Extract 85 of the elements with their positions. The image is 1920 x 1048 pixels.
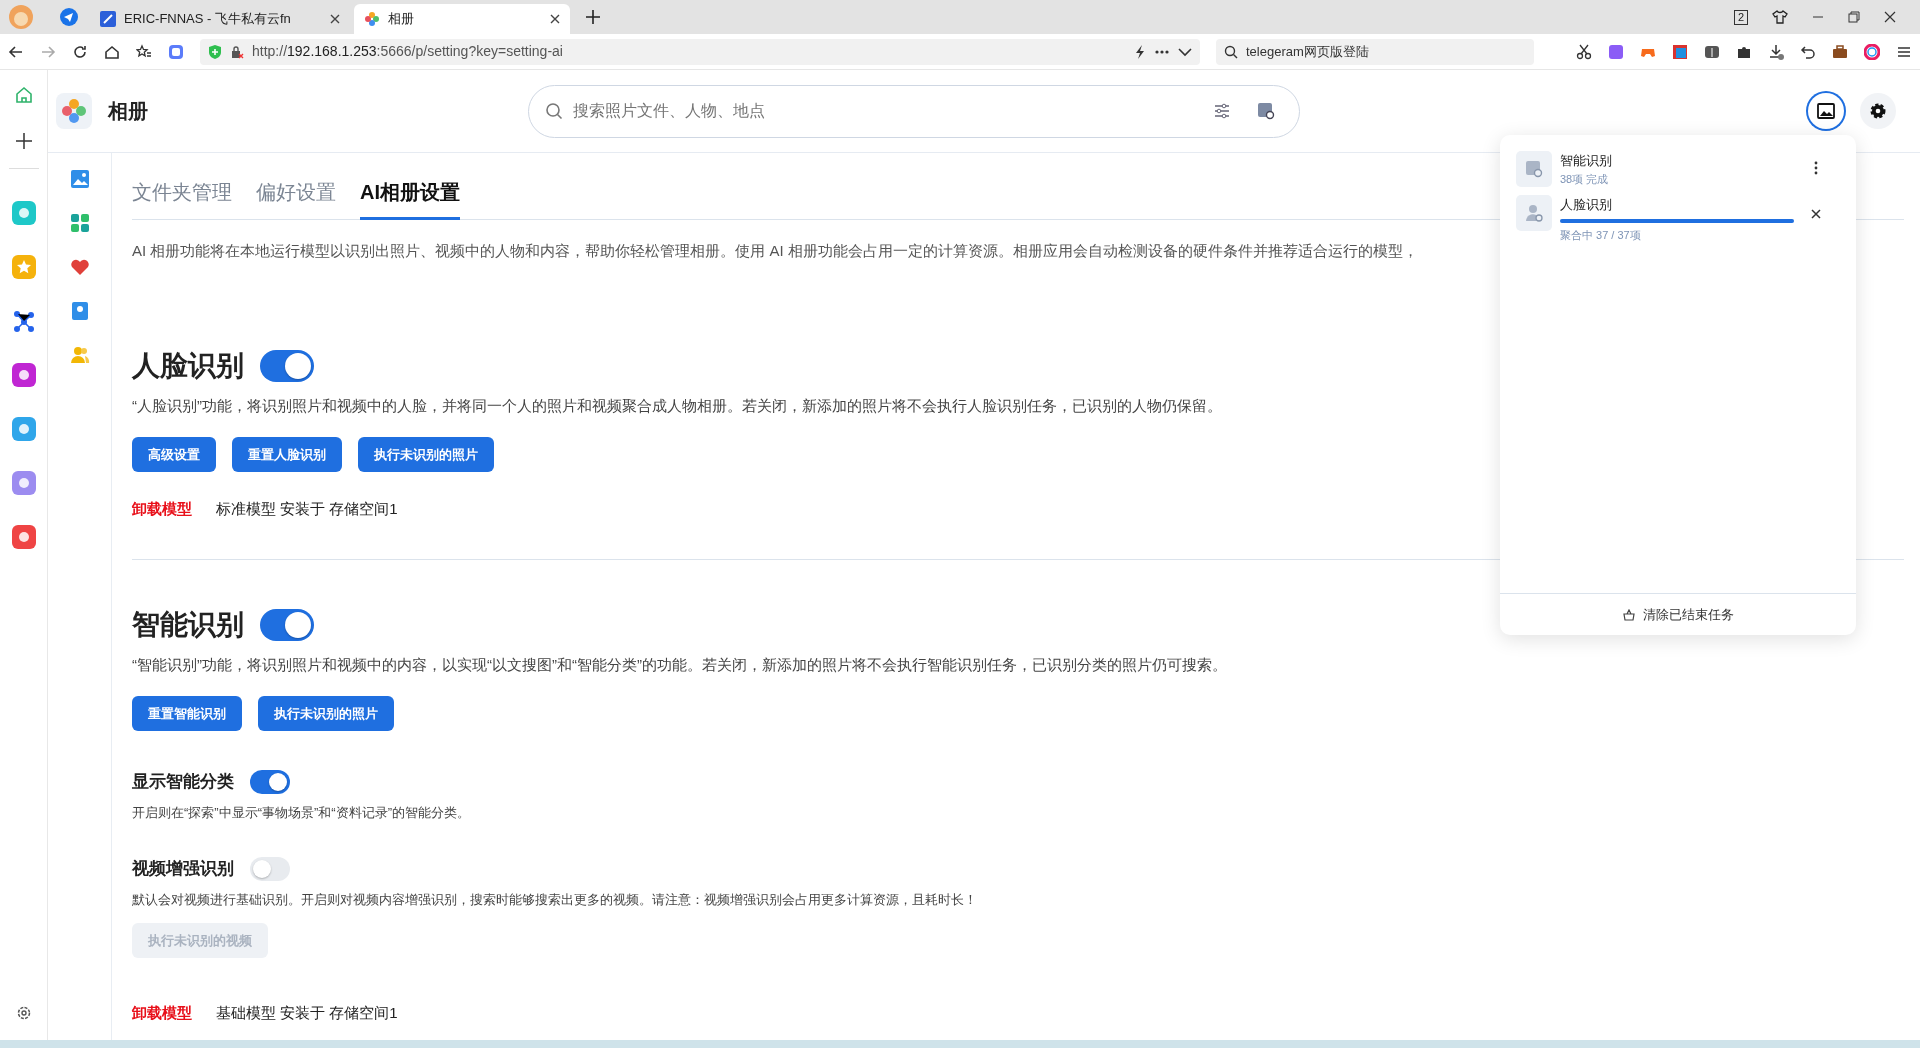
undo-icon[interactable]: [1800, 43, 1816, 60]
task-status: 38项 完成: [1560, 171, 1610, 187]
album-icon[interactable]: [69, 301, 90, 321]
app-logo: [56, 93, 92, 129]
app-icon[interactable]: [168, 43, 184, 60]
scissors-icon[interactable]: [1576, 43, 1592, 60]
site-icon: [100, 11, 116, 27]
app-title: 相册: [108, 99, 148, 124]
model-info: 基础模型 安装于 存储空间1: [216, 1003, 398, 1023]
toggle-switch[interactable]: [260, 608, 314, 641]
image-icon: [1817, 103, 1835, 119]
reload-icon[interactable]: [72, 43, 88, 60]
settings-tab[interactable]: AI相册设置: [360, 165, 460, 220]
grid-icon[interactable]: [69, 213, 90, 233]
unload-model-link[interactable]: 卸载模型: [132, 1002, 192, 1025]
flower-icon: [364, 11, 380, 27]
basket-icon: [1622, 608, 1635, 621]
toggle-switch[interactable]: [260, 349, 314, 382]
url-text: http://192.168.1.253:5666/p/setting?key=setting-ai: [252, 42, 564, 61]
close-icon[interactable]: [1884, 11, 1896, 23]
search-icon: [545, 102, 563, 120]
settings-button[interactable]: [1860, 93, 1896, 129]
shield-icon: [208, 43, 222, 60]
heart-icon[interactable]: [69, 257, 90, 277]
tab-title: 相册: [388, 10, 415, 29]
settings-tab[interactable]: 偏好设置: [256, 165, 336, 220]
colorful-ring-icon[interactable]: [1864, 43, 1880, 60]
toggle-switch[interactable]: [250, 769, 290, 794]
restore-icon[interactable]: [1848, 11, 1860, 23]
image-search-icon: [1516, 151, 1552, 187]
plus-icon[interactable]: [14, 132, 33, 150]
option-description: 默认会对视频进行基础识别。开启则对视频内容增强识别，搜索时能够搜索出更多的视频。请注意：视频增强识别会占用更多计算资源，且耗时长！: [132, 890, 977, 909]
action-button[interactable]: 执行未识别的照片: [358, 437, 494, 472]
toggle-switch[interactable]: [250, 856, 290, 881]
search-input[interactable]: 搜索照片文件、人物、地点: [571, 98, 1205, 124]
app-icon[interactable]: [11, 417, 36, 441]
more-icon[interactable]: [1154, 49, 1170, 54]
settings-icon: [1869, 102, 1887, 120]
close-icon[interactable]: [1811, 209, 1821, 219]
action-button[interactable]: 重置智能识别: [132, 696, 242, 731]
browser-tab[interactable]: 相册: [354, 4, 570, 34]
option-title: 显示智能分类: [132, 771, 234, 793]
address-field[interactable]: http://192.168.1.253:5666/p/setting?key=setting-ai: [200, 38, 1200, 65]
app-icon[interactable]: [11, 363, 36, 387]
chevron-down-icon[interactable]: [1178, 46, 1192, 57]
section-title: 人脸识别: [132, 348, 244, 383]
image-search-icon[interactable]: [1257, 102, 1275, 120]
new-tab-icon[interactable]: [586, 10, 600, 24]
browser-tab[interactable]: ERIC-FNNAS - 飞牛私有云fn: [90, 4, 350, 34]
tab-count[interactable]: 2: [1733, 9, 1748, 25]
intro-text: AI 相册功能将在本地运行模型以识别出照片、视频中的人物和内容，帮助你轻松管理相册。使用 AI 相册功能会占用一定的计算资源。相册应用会自动检测设备的硬件条件并推荐适合运行的模型，: [132, 241, 1419, 261]
star-list-icon[interactable]: [136, 43, 152, 60]
tab-title: ERIC-FNNAS - 飞牛私有云fn: [124, 10, 292, 29]
shirt-icon[interactable]: [1772, 10, 1788, 24]
document-icon[interactable]: [1672, 43, 1688, 60]
section-description: “人脸识别”功能，将识别照片和视频中的人脸，并将同一个人的照片和视频聚合成人物相册。若关闭，新添加的照片将不会执行人脸识别任务，已识别的人物仍保留。: [132, 395, 1222, 416]
lock-icon: [230, 44, 244, 59]
settings-icon[interactable]: [15, 1004, 32, 1021]
section-title: 智能识别: [132, 607, 244, 642]
action-button[interactable]: 高级设置: [132, 437, 216, 472]
download-icon[interactable]: [1768, 43, 1784, 60]
action-button[interactable]: 执行未识别的照片: [258, 696, 394, 731]
home-icon[interactable]: [104, 43, 120, 60]
picture-icon[interactable]: [69, 169, 90, 189]
close-icon[interactable]: [330, 14, 340, 24]
action-button[interactable]: 重置人脸识别: [232, 437, 342, 472]
task-status: 聚合中 37 / 37项: [1560, 227, 1642, 243]
task-name: 人脸识别: [1560, 196, 1613, 214]
back-icon[interactable]: [8, 43, 24, 60]
person-search-icon: [1516, 195, 1552, 231]
section-description: “智能识别”功能，将识别照片和视频中的内容，以实现“以文搜图”和“智能分类”的功能。若关闭，新添加的照片将不会执行智能识别任务，已识别分类的照片仍可搜索。: [132, 654, 1227, 675]
browser-search-field[interactable]: telegeram网页版登陆: [1216, 38, 1534, 65]
task-name: 智能识别: [1560, 152, 1613, 170]
sliders-icon[interactable]: [1213, 102, 1231, 120]
settings-tab[interactable]: 文件夹管理: [132, 165, 232, 220]
option-title: 视频增强识别: [132, 858, 234, 880]
unload-model-link[interactable]: 卸载模型: [132, 498, 192, 521]
image-button[interactable]: [1808, 93, 1844, 129]
close-icon[interactable]: [550, 14, 560, 24]
briefcase-icon[interactable]: [1832, 43, 1848, 60]
model-info: 标准模型 安装于 存储空间1: [216, 499, 398, 519]
option-description: 开启则在“探索”中显示“事物场景”和“资料记录”的智能分类。: [132, 803, 470, 822]
search-icon: [1224, 44, 1238, 59]
clear-finished-tasks-button[interactable]: 清除已结束任务: [1616, 603, 1740, 626]
more-icon[interactable]: [1814, 161, 1818, 175]
